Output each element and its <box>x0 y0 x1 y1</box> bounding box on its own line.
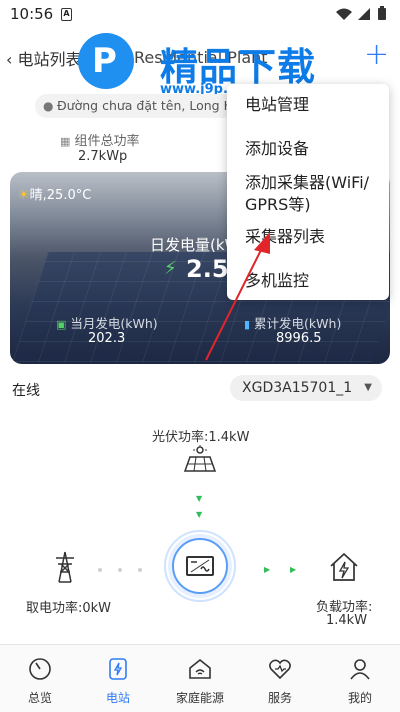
month-generation-value: 202.3 <box>88 331 126 346</box>
pv-power-label: 光伏功率:1.4kW <box>152 430 250 445</box>
power-tower-icon <box>56 551 74 583</box>
profile-icon <box>350 659 370 680</box>
nav-item-home-energy[interactable]: 家庭能源 <box>160 645 240 712</box>
status-icons <box>336 6 386 20</box>
home-energy-icon <box>189 658 211 679</box>
nav-label: 电站 <box>105 691 130 705</box>
nav-item-station[interactable]: 电站 <box>78 645 158 712</box>
bolt-icon: ⚡ <box>164 258 177 279</box>
app-screen: 10:56 A ‹ 电站列表 Residential Plant + P 精品下… <box>0 0 400 712</box>
gauge-icon <box>29 658 51 680</box>
sim-icon: A <box>61 8 72 21</box>
flow-dot <box>118 568 122 572</box>
weather-info: ☀晴,25.0°C <box>18 188 92 203</box>
flow-arrow-icon: ▼ <box>196 510 203 519</box>
nav-label: 总览 <box>27 691 52 705</box>
flow-dot <box>98 568 102 572</box>
station-address: ● Đường chưa đặt tên, Long Hưng <box>35 94 235 118</box>
panel-icon: ▦ <box>60 135 71 148</box>
grid-power-label: 取电功率:0kW <box>26 601 112 616</box>
nav-item-profile[interactable]: 我的 <box>320 645 400 712</box>
status-bar: 10:56 A <box>0 0 400 30</box>
service-heart-icon <box>269 659 291 680</box>
nav-item-overview[interactable]: 总览 <box>0 645 80 712</box>
nav-label: 家庭能源 <box>175 691 224 705</box>
capacity-label: ▦ 组件总功率 <box>60 134 140 149</box>
nav-item-service[interactable]: 服务 <box>240 645 320 712</box>
capacity-value: 2.7kWp <box>78 149 128 164</box>
status-time: 10:56 <box>10 5 54 23</box>
flow-arrow-right-icon: ▶ <box>290 565 297 574</box>
back-button[interactable]: ‹ 电站列表 <box>6 46 82 70</box>
flow-arrow-right-icon: ▶ <box>264 565 271 574</box>
station-icon <box>109 658 127 680</box>
solar-panel-icon <box>183 445 217 472</box>
nav-label: 我的 <box>347 691 372 705</box>
watermark-p-glyph: P <box>92 41 117 81</box>
calendar-icon: ▣ <box>56 318 67 331</box>
menu-item-add-device[interactable]: 添加设备 <box>245 138 385 160</box>
chevron-left-icon: ‹ <box>6 50 13 69</box>
plus-icon[interactable]: + <box>364 40 389 70</box>
sun-icon: ☀ <box>18 188 30 203</box>
flow-dot <box>138 568 142 572</box>
total-generation-value: 8996.5 <box>276 331 322 346</box>
menu-item-add-collector[interactable]: 添加采集器(WiFi/ GPRS等) <box>245 172 385 216</box>
address-text: Đường chưa đặt tên, Long Hưng <box>57 98 235 113</box>
menu-item-add-collector-line1: 添加采集器(WiFi/ <box>245 173 370 192</box>
inverter-icon <box>186 556 214 576</box>
bottom-nav: 总览 电站 家庭能源 服务 我的 <box>0 644 400 712</box>
menu-item-add-collector-line2: GPRS等) <box>245 195 311 214</box>
flow-arrow-icon: ▼ <box>196 494 203 503</box>
back-label: 电站列表 <box>17 50 82 69</box>
menu-item-station-manage[interactable]: 电站管理 <box>245 94 385 116</box>
nav-label: 服务 <box>267 691 292 705</box>
collector-select[interactable]: XGD3A15701_1 ▼ <box>230 375 382 401</box>
caret-down-icon: ▼ <box>364 382 372 393</box>
location-pin-icon: ● <box>43 99 54 113</box>
online-status: 在线 <box>12 383 40 399</box>
annotation-arrow-icon <box>205 232 270 361</box>
load-power-value: 1.4kW <box>326 613 368 628</box>
house-load-icon <box>330 552 358 581</box>
month-generation-label: ▣ 当月发电(kWh) <box>56 316 158 331</box>
collector-value: XGD3A15701_1 <box>242 380 353 396</box>
